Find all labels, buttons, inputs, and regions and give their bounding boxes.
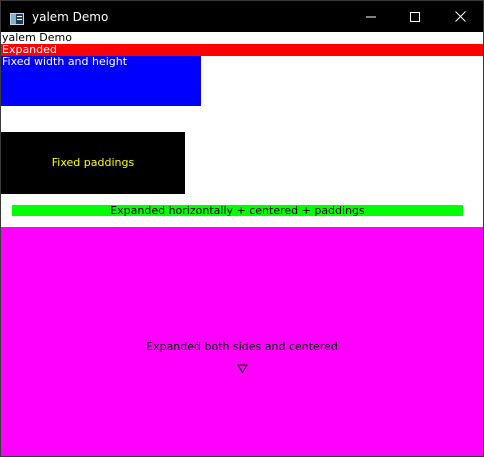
title-bar[interactable]: yalem Demo <box>1 1 483 32</box>
fixed-size-box: Fixed width and height <box>1 56 201 106</box>
triangle-down-outline-icon <box>237 359 248 374</box>
maximize-icon <box>410 11 420 22</box>
minimize-icon <box>366 12 376 22</box>
horizontal-centered-label: Expanded horizontally + centered + paddi… <box>110 204 365 217</box>
close-button[interactable] <box>437 1 483 32</box>
fixed-paddings-label: Fixed paddings <box>51 156 135 169</box>
horizontal-centered-bar: Expanded horizontally + centered + paddi… <box>12 205 463 216</box>
close-icon <box>454 11 466 22</box>
maximize-button[interactable] <box>392 1 438 32</box>
app-window-icon <box>10 10 24 25</box>
window-title: yalem Demo <box>32 10 109 24</box>
app-window: yalem Demo yalem Demo Expanded Fixed wid… <box>0 0 484 457</box>
both-expanded-box: Expanded both sides and centered <box>1 227 483 456</box>
fixed-paddings-box: Fixed paddings <box>1 132 185 194</box>
fixed-size-label: Fixed width and height <box>2 55 128 68</box>
both-expanded-label: Expanded both sides and centered <box>146 340 338 353</box>
minimize-button[interactable] <box>348 1 394 32</box>
client-area: yalem Demo Expanded Fixed width and heig… <box>1 32 483 456</box>
